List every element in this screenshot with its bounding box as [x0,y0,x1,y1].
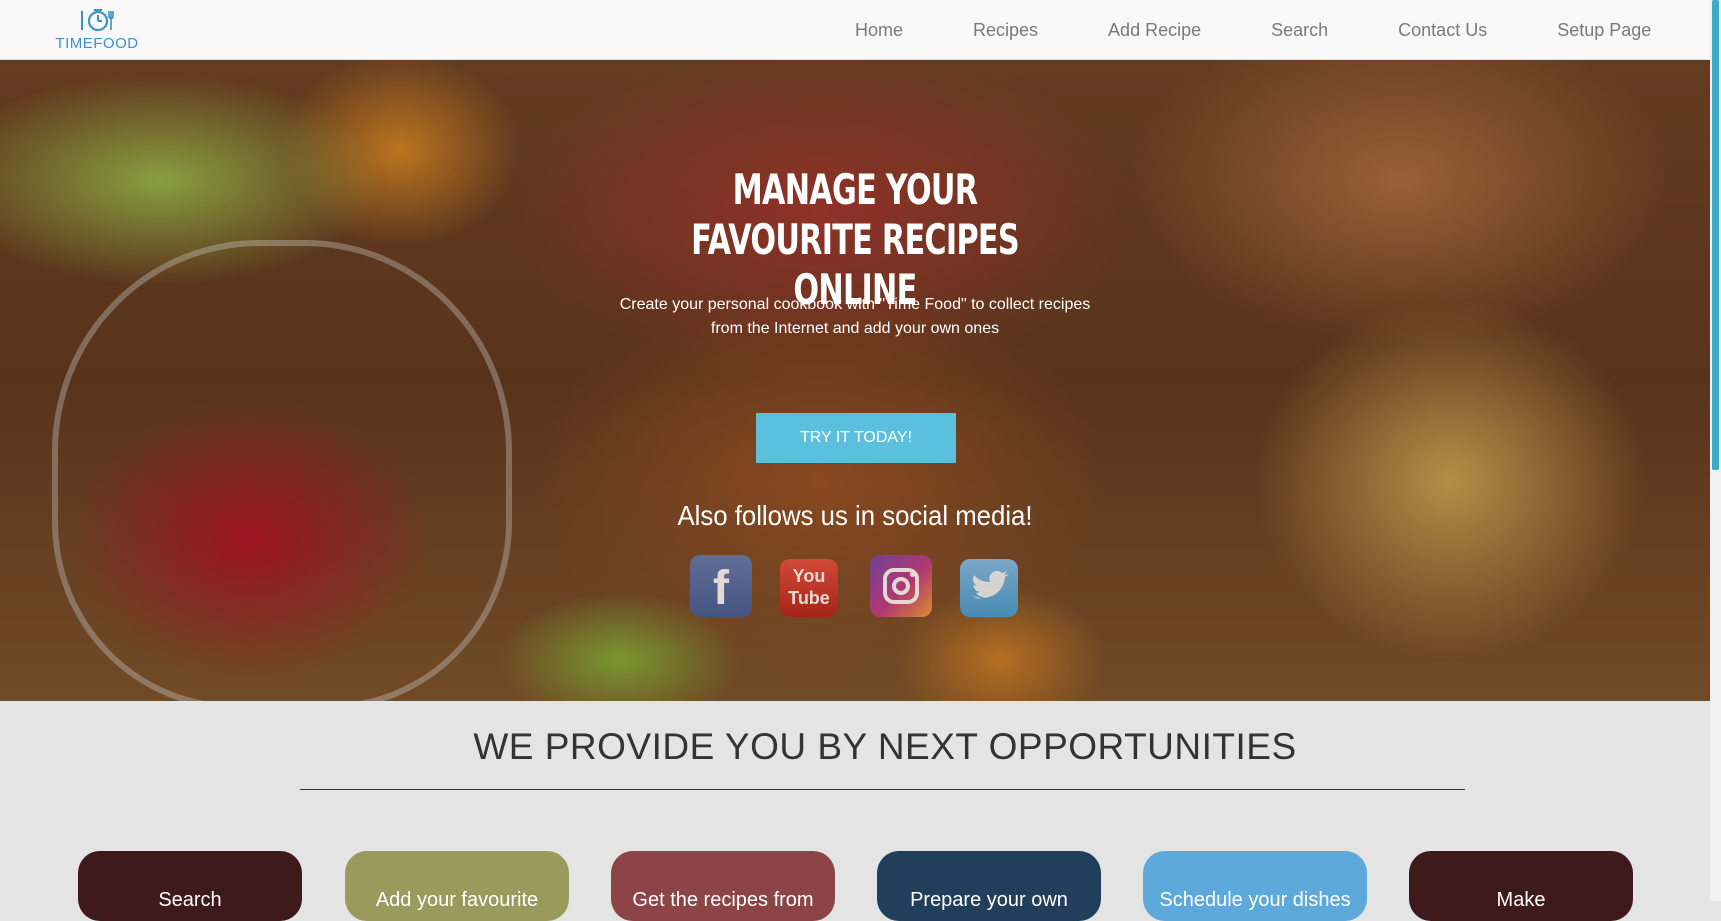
instagram-dot [910,572,915,577]
feature-card-get-recipes[interactable]: Get the recipes from [611,851,835,921]
nav-search[interactable]: Search [1236,0,1363,60]
section-title: WE PROVIDE YOU BY NEXT OPPORTUNITIES [473,726,1297,767]
feature-card-prepare[interactable]: Prepare your own [877,851,1101,921]
feature-card-schedule[interactable]: Schedule your dishes [1143,851,1367,921]
feature-card-make[interactable]: Make [1409,851,1633,921]
twitter-icon[interactable] [960,559,1018,617]
hero-subtitle: Create your personal cookbook with "Time… [570,293,1140,341]
try-it-today-button[interactable]: TRY IT TODAY! [756,413,956,463]
nav-setup-page[interactable]: Setup Page [1522,0,1686,60]
nav-add-recipe[interactable]: Add Recipe [1073,0,1236,60]
instagram-icon[interactable] [870,555,932,617]
timefood-logo[interactable]: TIMEFOOD [52,8,142,54]
twitter-bird-icon [972,570,1009,599]
hero-subtitle-line2: from the Internet and add your own ones [710,320,1000,337]
section-divider [300,789,1465,790]
nav-recipes[interactable]: Recipes [938,0,1073,60]
facebook-icon[interactable]: f [690,555,752,617]
youtube-tube-text: Tube [788,588,830,608]
youtube-you-text: You [792,566,826,586]
hero-subtitle-line1: Create your personal cookbook with "Time… [619,296,1091,313]
youtube-icon[interactable]: You Tube [780,559,838,617]
social-heading: Also follows us in social media! [677,500,1033,531]
brand-name: TIMEFOOD [55,35,139,52]
feature-card-add-favourite[interactable]: Add your favourite [345,851,569,921]
nav-contact-us[interactable]: Contact Us [1363,0,1522,60]
page-scrollbar[interactable] [1710,0,1721,901]
hero-overlay [0,60,1710,701]
top-navbar: TIMEFOOD Home Recipes Add Recipe Search … [0,0,1710,60]
scrollbar-thumb[interactable] [1712,0,1719,470]
instagram-lens [892,577,910,595]
clock-cutlery-icon [81,9,114,32]
hero-banner: MANAGE YOUR FAVOURITE RECIPES ONLINE Cre… [0,60,1710,701]
main-nav: Home Recipes Add Recipe Search Contact U… [820,0,1686,60]
nav-home[interactable]: Home [820,0,938,60]
feature-card-search[interactable]: Search [78,851,302,921]
